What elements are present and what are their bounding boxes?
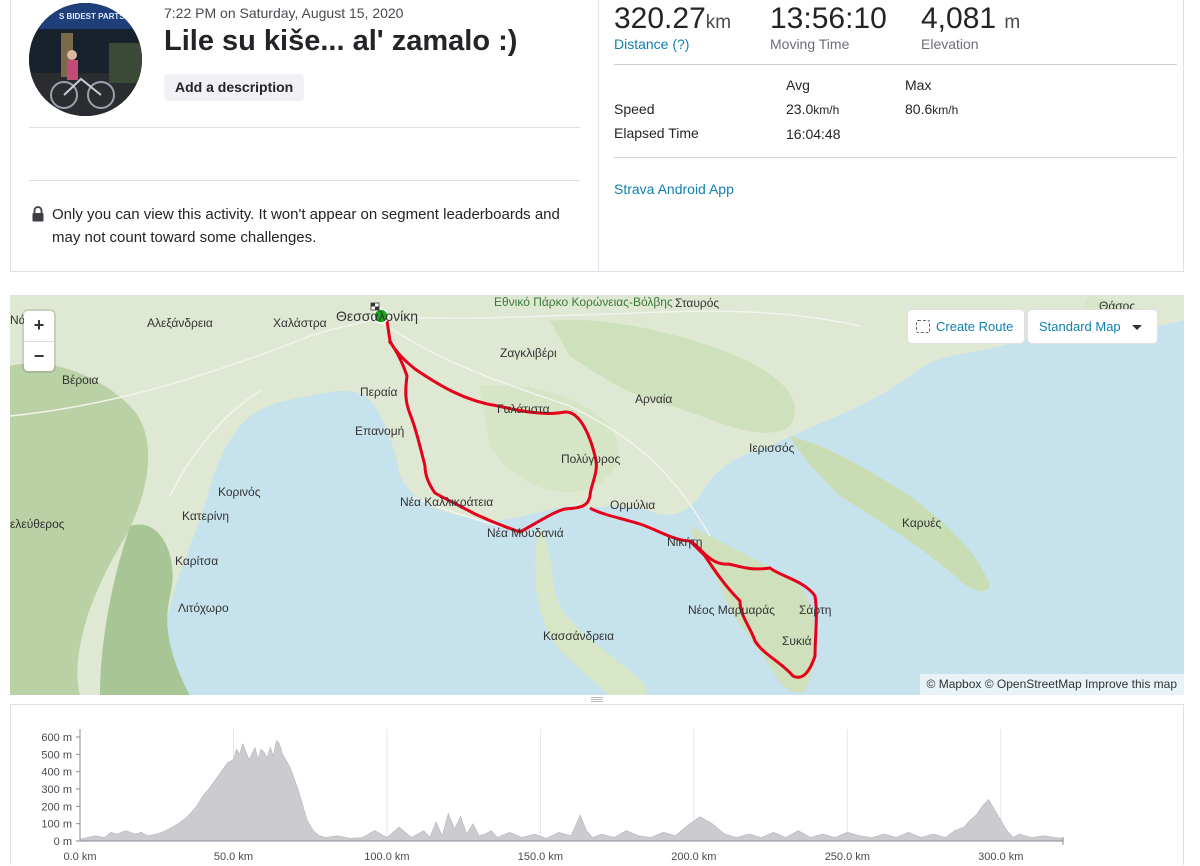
stats-divider: [614, 64, 1177, 65]
place-label: Πολύγυρος: [561, 452, 620, 466]
avg-speed: 23.0km/h: [786, 101, 839, 117]
zoom-in-button[interactable]: +: [24, 311, 54, 341]
place-label: Ζαγκλιβέρι: [500, 346, 557, 360]
place-label: Συκιά: [782, 634, 812, 648]
x-tick-label: 300.0 km: [978, 851, 1023, 863]
x-tick-label: 50.0 km: [214, 851, 253, 863]
elevation-value: 4,081: [921, 2, 997, 35]
max-speed-unit: km/h: [932, 103, 959, 117]
place-label: ελεύθερος: [10, 517, 65, 531]
moving-time-value: 13:56:10: [770, 2, 887, 35]
map-canvas[interactable]: Θεσσαλονίκη Αλεξάνδρεια Χαλάστρα Νάο Βέρ…: [10, 296, 1184, 695]
place-label: Κατερίνη: [182, 509, 229, 523]
distance-unit: km: [705, 12, 732, 33]
elevation-profile[interactable]: 0.0 km 50.0 km 100.0 km 150.0 km 200.0 km 250…: [10, 704, 1184, 865]
map-style-select[interactable]: Standard Map: [1028, 310, 1157, 343]
moving-time-stat: 13:56:10 Moving Time: [770, 2, 887, 52]
place-label: Λιτόχωρο: [178, 601, 229, 615]
x-tick-label: 150.0 km: [518, 851, 563, 863]
place-label: Νέα Μουδανιά: [487, 526, 564, 540]
place-label: Καρυές: [902, 516, 942, 530]
y-tick-label: 400 m: [41, 767, 72, 779]
avatar-sign-text: S BIDEST PARTS: [59, 12, 125, 21]
x-tick-label: 100.0 km: [364, 851, 409, 863]
create-route-button[interactable]: Create Route: [908, 310, 1024, 343]
place-label: Καρίτσα: [175, 554, 218, 568]
divider: [29, 180, 580, 181]
place-label: Νέα Καλλικράτεια: [400, 495, 493, 509]
distance-value-line: 320.27km: [614, 2, 731, 36]
elevation-label: Elevation: [921, 36, 979, 52]
avatar-photo: S BIDEST PARTS: [29, 3, 142, 116]
resize-handle[interactable]: [591, 697, 603, 702]
activity-date: 7:22 PM on Saturday, August 15, 2020: [164, 5, 404, 21]
avg-speed-unit: km/h: [813, 103, 840, 117]
avg-header: Avg: [786, 77, 810, 93]
max-speed-value: 80.6: [905, 101, 933, 117]
map-style-label: Standard Map: [1039, 319, 1121, 334]
distance-stat: 320.27km Distance (?): [614, 2, 731, 52]
distance-label-link[interactable]: Distance (?): [614, 36, 731, 52]
y-tick-label: 500 m: [41, 749, 72, 761]
privacy-text: Only you can view this activity. It won'…: [52, 206, 560, 246]
place-label: Χαλάστρα: [273, 316, 327, 330]
place-label: Βέροια: [62, 373, 99, 387]
privacy-notice: Only you can view this activity. It won'…: [31, 203, 586, 249]
place-label: Κορινός: [218, 485, 261, 499]
chevron-down-icon: [1132, 325, 1142, 330]
lock-icon: [32, 206, 44, 222]
elapsed-time-label: Elapsed Time: [614, 125, 699, 141]
place-label: Κασσάνδρεια: [543, 629, 614, 643]
place-label: Ιερισσός: [749, 441, 795, 455]
place-label: Νέος Μαρμαράς: [688, 603, 775, 617]
distance-value: 320.27: [614, 2, 706, 35]
add-description-button[interactable]: Add a description: [164, 74, 305, 101]
y-tick-label: 100 m: [41, 819, 72, 831]
place-label: Σάρτη: [799, 603, 831, 617]
x-tick-label: 200.0 km: [671, 851, 716, 863]
activity-title[interactable]: Lile su kiše... al' zamalo :): [164, 25, 517, 58]
elevation-unit: m: [1004, 12, 1021, 33]
place-label: Νικήτη: [667, 535, 702, 549]
avg-speed-value: 23.0: [786, 101, 814, 117]
zoom-control: + −: [24, 311, 54, 371]
route-icon: [916, 320, 930, 333]
create-route-label: Create Route: [936, 319, 1014, 334]
elevation-stat: 4,081 m Elevation: [921, 2, 1020, 52]
map-attribution[interactable]: © Mapbox © OpenStreetMap Improve this ma…: [919, 674, 1184, 695]
place-label: Εθνικό Πάρκο Κορώνειας-Βόλβης: [494, 296, 673, 309]
place-label: Επανομή: [355, 424, 404, 438]
elapsed-time-value: 16:04:48: [786, 126, 841, 142]
athlete-avatar[interactable]: S BIDEST PARTS: [29, 3, 142, 116]
x-tick-label: 250.0 km: [825, 851, 870, 863]
elevation-chart[interactable]: 0.0 km 50.0 km 100.0 km 150.0 km 200.0 km 250…: [11, 705, 1185, 866]
stats-divider: [614, 157, 1177, 158]
card-divider: [598, 0, 599, 271]
max-header: Max: [905, 77, 932, 93]
y-tick-label: 300 m: [41, 784, 72, 796]
place-label: Ορμύλια: [610, 498, 655, 512]
elevation-area: [79, 739, 1064, 842]
place-label: Σταυρός: [675, 296, 719, 310]
speed-label: Speed: [614, 101, 655, 117]
place-label: Θεσσαλονίκη: [336, 308, 418, 324]
max-speed: 80.6km/h: [905, 101, 958, 117]
x-tick-label: 0.0 km: [63, 851, 96, 863]
divider: [29, 127, 580, 128]
place-label: Περαία: [360, 385, 397, 399]
activity-header-card: S BIDEST PARTS 7:22 PM on Saturday, Augu…: [10, 0, 1184, 272]
zoom-out-button[interactable]: −: [24, 341, 54, 371]
moving-time-label: Moving Time: [770, 36, 850, 52]
place-label: Αλεξάνδρεια: [147, 316, 213, 330]
y-tick-label: 0 m: [54, 836, 72, 848]
place-label: Αρναία: [635, 392, 672, 406]
place-label: Γαλάτιστα: [497, 402, 550, 416]
y-tick-label: 600 m: [41, 732, 72, 744]
device-link[interactable]: Strava Android App: [614, 181, 734, 197]
y-tick-label: 200 m: [41, 801, 72, 813]
route-map[interactable]: Θεσσαλονίκη Αλεξάνδρεια Χαλάστρα Νάο Βέρ…: [10, 295, 1184, 695]
elevation-value-line: 4,081 m: [921, 2, 1020, 36]
